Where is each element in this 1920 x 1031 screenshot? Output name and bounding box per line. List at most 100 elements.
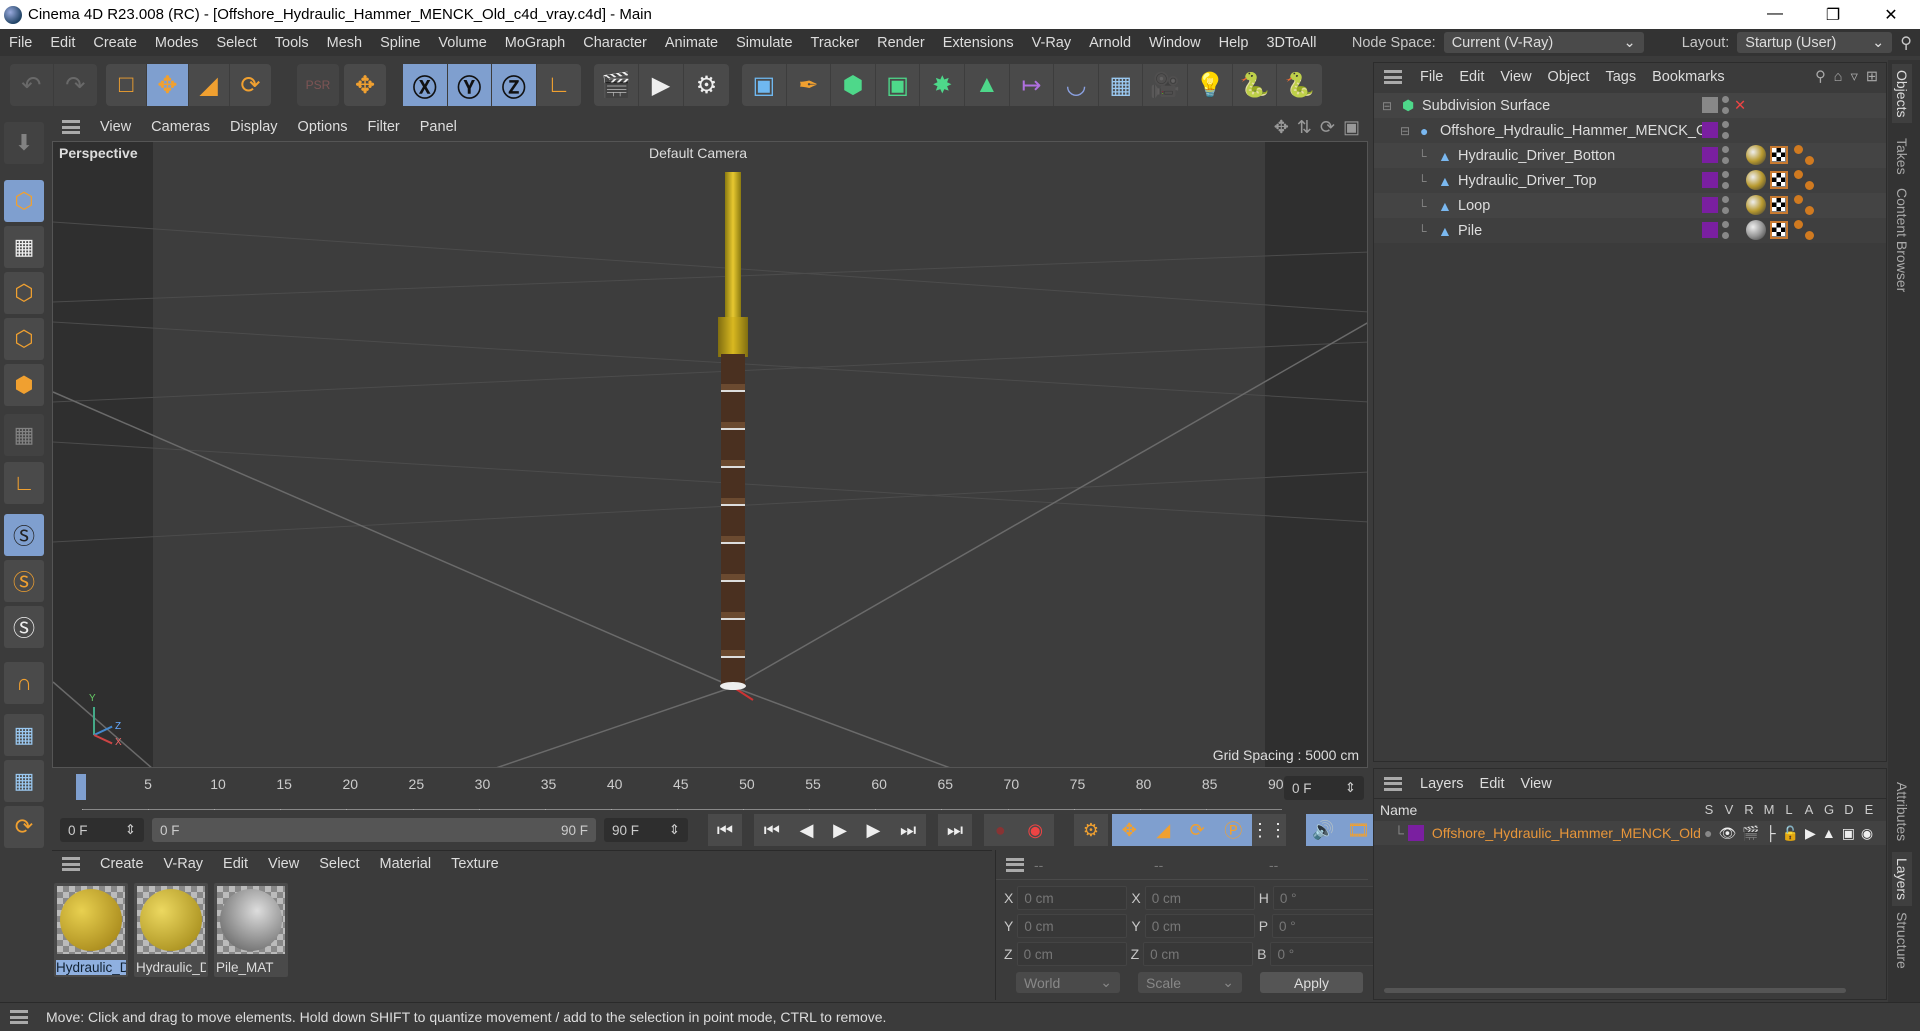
tab-content-browser[interactable]: Content Browser — [1892, 182, 1912, 298]
key-position-icon[interactable]: ✥ — [1122, 820, 1137, 841]
key-rotation-icon[interactable]: ⟳ — [1190, 820, 1205, 841]
layer-manager-icon[interactable]: ├ — [1766, 825, 1776, 842]
status-menu-icon[interactable] — [10, 1010, 28, 1024]
cloner-icon[interactable]: ▲ — [965, 64, 1010, 106]
filter-icon[interactable]: ▿ — [1851, 69, 1858, 85]
z-axis-icon[interactable]: Ⓩ — [492, 64, 537, 106]
bend-icon[interactable]: ◡ — [1054, 64, 1099, 106]
vray-tag-icon[interactable] — [1794, 145, 1814, 165]
live-selection-icon[interactable]: □ — [106, 64, 148, 106]
rotate-icon[interactable]: ⟳ — [230, 64, 271, 106]
layer-color-swatch[interactable] — [1407, 825, 1424, 841]
timeline-options-icon[interactable]: 🎞 — [1347, 820, 1370, 841]
menu-mograph[interactable]: MoGraph — [496, 35, 574, 51]
pen-icon[interactable]: ✒ — [787, 64, 832, 106]
layer-column-header[interactable]: R — [1739, 802, 1759, 817]
rotation-h-field[interactable]: 0 ° — [1272, 886, 1383, 910]
viewport-menu-cameras[interactable]: Cameras — [141, 119, 220, 135]
menu-render[interactable]: Render — [868, 35, 934, 51]
object-row[interactable]: ⊟ ● Offshore_Hydraulic_Hammer_MENCK_Old — [1374, 118, 1886, 143]
layer-column-header[interactable]: M — [1759, 802, 1779, 817]
layer-generators-icon[interactable]: ▲ — [1822, 825, 1836, 842]
axis-mode-icon[interactable]: ∟ — [4, 462, 44, 504]
viewport-menu-view[interactable]: View — [90, 119, 141, 135]
menu-tracker[interactable]: Tracker — [802, 35, 869, 51]
tab-attributes[interactable]: Attributes — [1892, 776, 1912, 847]
mat-menu-view[interactable]: View — [258, 856, 309, 872]
menu-simulate[interactable]: Simulate — [727, 35, 801, 51]
material-tag-icon[interactable] — [1746, 145, 1766, 165]
render-view-icon[interactable]: 🎬 — [594, 64, 639, 106]
layer-chip[interactable] — [1702, 172, 1718, 188]
previous-key-button[interactable]: ⏮ — [764, 820, 780, 841]
size-x-field[interactable]: 0 cm — [1144, 886, 1255, 910]
mat-menu-select[interactable]: Select — [309, 856, 369, 872]
object-row[interactable]: └ ▲ Pile — [1374, 218, 1886, 243]
make-editable-icon[interactable]: ⬇ — [4, 122, 44, 164]
obj-menu-object[interactable]: Object — [1540, 69, 1598, 85]
visibility-dots[interactable] — [1722, 121, 1729, 139]
layer-lock-icon[interactable]: 🔓 — [1782, 825, 1799, 842]
layer-menu-layers[interactable]: Layers — [1412, 776, 1472, 792]
magnet-icon[interactable]: ∩ — [4, 662, 44, 704]
obj-menu-tags[interactable]: Tags — [1597, 69, 1644, 85]
start-frame-field[interactable]: 0 F ⇕ — [60, 818, 144, 842]
node-space-dropdown[interactable]: Current (V-Ray) ⌄ — [1443, 32, 1644, 53]
object-row[interactable]: ⊟ ⬢ Subdivision Surface ✕ — [1374, 93, 1886, 118]
world-coordinates-icon[interactable]: ∟ — [537, 64, 581, 106]
layer-chip[interactable] — [1702, 122, 1718, 138]
layer-animation-icon[interactable]: ▶ — [1805, 825, 1816, 842]
menu-3dtoall[interactable]: 3DToAll — [1257, 35, 1325, 51]
minimize-button[interactable]: — — [1746, 5, 1804, 25]
menu-help[interactable]: Help — [1210, 35, 1258, 51]
pile-model[interactable] — [721, 354, 745, 687]
layer-row[interactable]: └ Offshore_Hydraulic_Hammer_MENCK_Old ● … — [1374, 821, 1886, 845]
go-to-start-button[interactable]: ⏮ — [708, 814, 742, 846]
mat-menu-material[interactable]: Material — [370, 856, 442, 872]
obj-menu-file[interactable]: File — [1412, 69, 1451, 85]
vray-tag-icon[interactable] — [1794, 220, 1814, 240]
search-icon[interactable]: ⚲ — [1815, 69, 1826, 85]
menu-edit[interactable]: Edit — [41, 35, 84, 51]
edit-toggle-icon[interactable] — [1702, 97, 1718, 113]
hydraulic-driver-bottom-model[interactable] — [718, 317, 748, 357]
apply-button[interactable]: Apply — [1260, 972, 1363, 993]
object-row[interactable]: └ ▲ Hydraulic_Driver_Botton — [1374, 143, 1886, 168]
x-axis-icon[interactable]: Ⓧ — [403, 64, 448, 106]
menu-file[interactable]: File — [0, 35, 41, 51]
next-frame-button[interactable]: ▶ — [867, 820, 881, 841]
viewport-menu-options[interactable]: Options — [288, 119, 358, 135]
snap-icon[interactable]: Ⓢ — [4, 514, 44, 556]
layer-expressions-icon[interactable]: ◉ — [1861, 825, 1873, 842]
layer-solo-icon[interactable]: ● — [1704, 825, 1712, 842]
restore-button[interactable]: ❐ — [1804, 5, 1862, 25]
position-z-field[interactable]: 0 cm — [1016, 942, 1127, 966]
psr-icon[interactable]: PSR — [297, 64, 339, 106]
search-icon[interactable]: ⚲ — [1900, 33, 1912, 53]
layer-column-header[interactable]: E — [1859, 802, 1879, 817]
layer-chip[interactable] — [1702, 222, 1718, 238]
position-y-field[interactable]: 0 cm — [1017, 914, 1128, 938]
key-parameter-icon[interactable]: Ⓟ — [1224, 817, 1242, 843]
close-button[interactable]: ✕ — [1862, 5, 1920, 25]
layer-column-header[interactable]: V — [1719, 802, 1739, 817]
next-key-button[interactable]: ⏭ — [900, 820, 916, 841]
scale-icon[interactable]: ◢ — [189, 64, 230, 106]
layer-column-header[interactable]: S — [1699, 802, 1719, 817]
layer-render-icon[interactable]: 🎬 — [1742, 825, 1759, 842]
timeline-ruler[interactable]: 051015202530354045505560657075808590 0 F… — [52, 770, 1368, 815]
viewport-menu-display[interactable]: Display — [220, 119, 288, 135]
locked-workplane-icon[interactable]: ⟳ — [4, 806, 44, 848]
python-icon-2[interactable]: 🐍 — [1277, 64, 1322, 106]
material-swatch[interactable]: Pile_MAT — [214, 883, 288, 977]
visibility-dots[interactable] — [1722, 146, 1729, 164]
horizontal-scrollbar[interactable] — [1384, 988, 1846, 993]
vray-tag-icon[interactable] — [1794, 195, 1814, 215]
3d-viewport[interactable]: Perspective Default Camera Grid Spacing … — [52, 141, 1368, 768]
camera-label[interactable]: Default Camera — [649, 145, 747, 161]
menu-arnold[interactable]: Arnold — [1080, 35, 1140, 51]
mat-menu-create[interactable]: Create — [90, 856, 154, 872]
obj-menu-view[interactable]: View — [1492, 69, 1539, 85]
position-x-field[interactable]: 0 cm — [1017, 886, 1128, 910]
layer-chip[interactable] — [1702, 147, 1718, 163]
